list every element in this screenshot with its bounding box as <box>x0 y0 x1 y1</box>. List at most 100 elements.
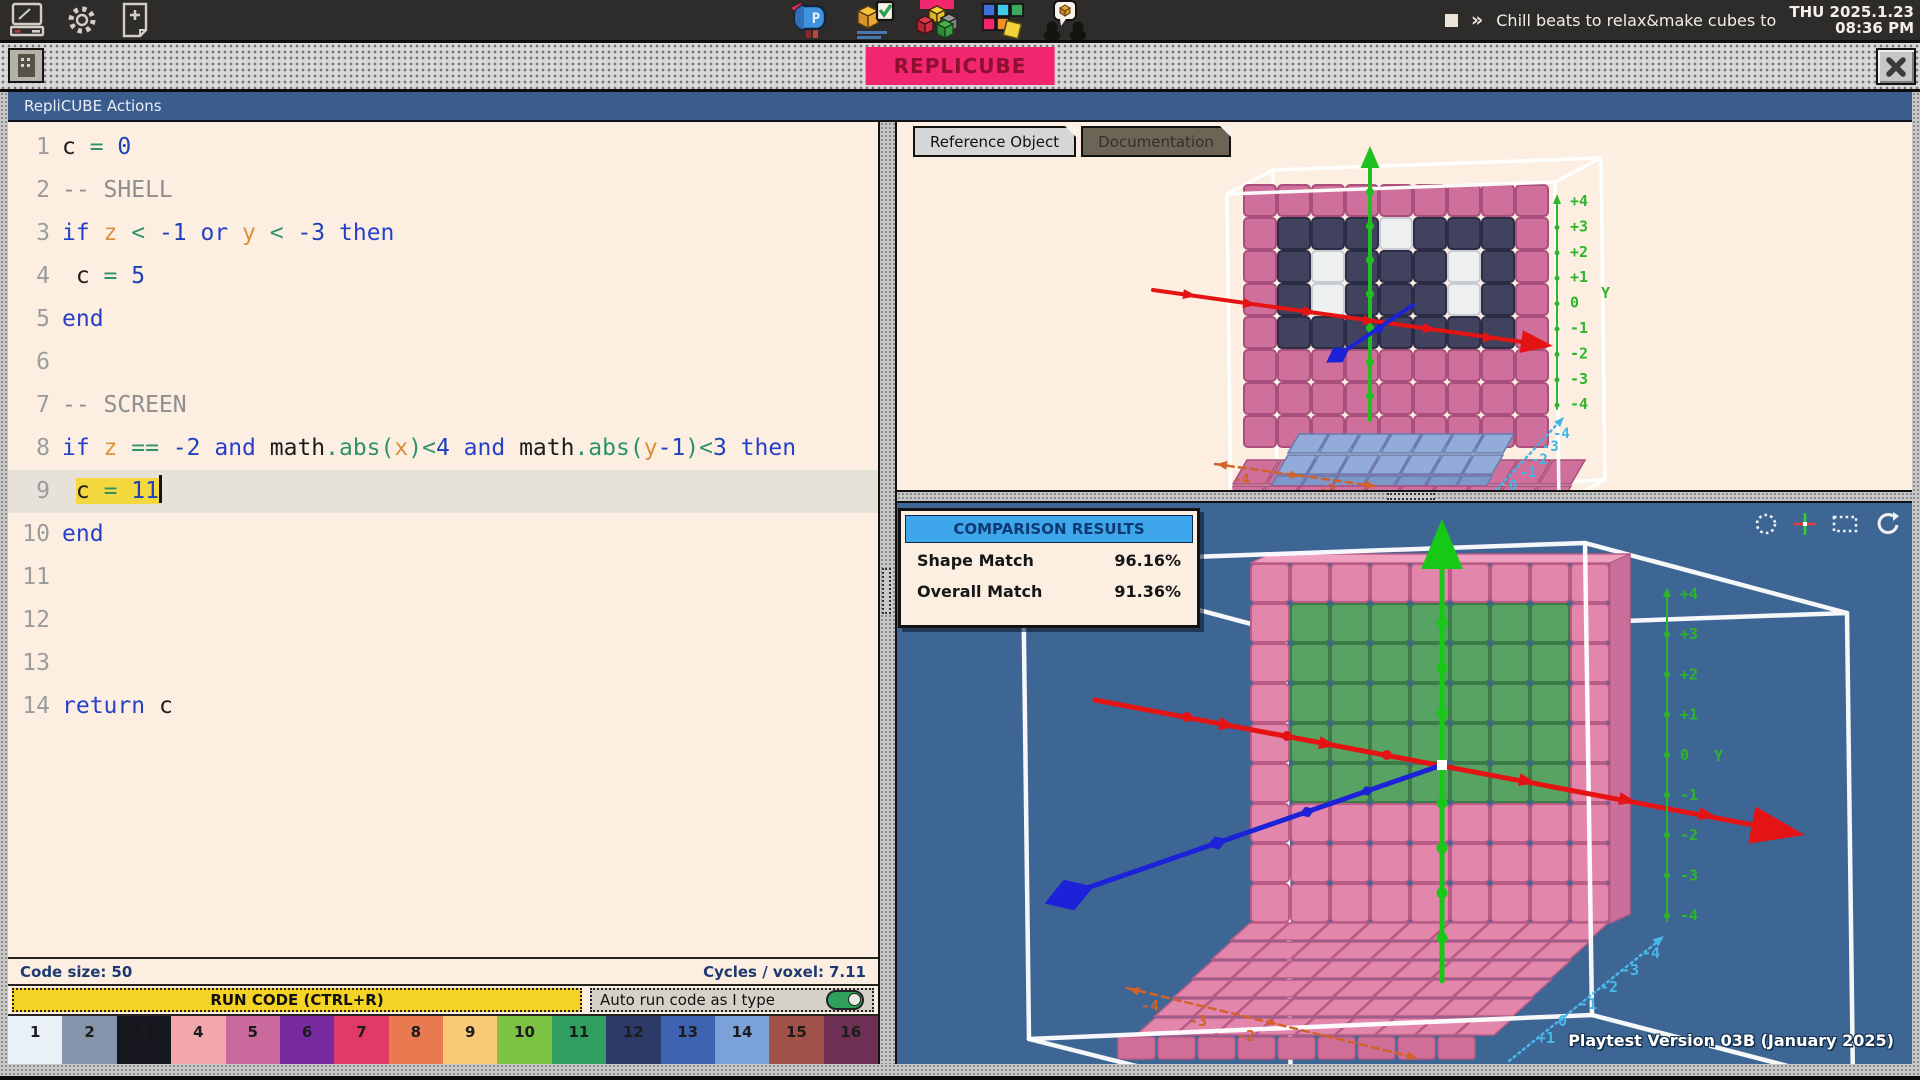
svg-text:-1: -1 <box>1570 319 1588 337</box>
comparison-results-title: COMPARISON RESULTS <box>905 515 1193 543</box>
app-header-title: RepliCUBE Actions <box>24 97 162 115</box>
svg-text:-3: -3 <box>1621 961 1639 979</box>
code-line-9[interactable]: 9 c = 11 <box>8 470 878 513</box>
palette-swatch-12[interactable]: 12 <box>606 1016 660 1064</box>
horizontal-splitter-handle[interactable] <box>1387 493 1435 500</box>
palette-swatch-4[interactable]: 4 <box>171 1016 225 1064</box>
overall-match-label: Overall Match <box>917 582 1042 601</box>
code-editor[interactable]: 1c = 02-- SHELL3if z < -1 or y < -3 then… <box>8 122 878 957</box>
settings-gear-icon[interactable] <box>62 1 102 39</box>
palette-swatch-6[interactable]: 6 <box>280 1016 334 1064</box>
svg-text:0: 0 <box>1558 1012 1567 1030</box>
orbit-icon[interactable] <box>1753 511 1779 537</box>
svg-text:-1: -1 <box>1579 995 1597 1013</box>
svg-text:-3: -3 <box>1189 1012 1207 1030</box>
svg-text:Y: Y <box>1601 284 1610 302</box>
code-line-1[interactable]: 1c = 0 <box>8 126 878 169</box>
mailbox-icon[interactable]: P <box>788 0 834 40</box>
code-line-8[interactable]: 8if z == -2 and math.abs(x)<4 and math.a… <box>8 427 878 470</box>
shape-match-value: 96.16% <box>1114 551 1181 570</box>
viewport-tools <box>1753 511 1900 537</box>
my-computer-icon[interactable] <box>10 1 46 39</box>
svg-text:+1: +1 <box>1537 1029 1555 1047</box>
code-line-11[interactable]: 11 <box>8 556 878 599</box>
svg-text:-3: -3 <box>1680 866 1698 884</box>
svg-text:+3: +3 <box>1680 625 1698 643</box>
window-glyph <box>18 54 35 77</box>
taskbar-status-area: » Chill beats to relax&make cubes to THU… <box>1445 0 1914 40</box>
palette-swatch-13[interactable]: 13 <box>661 1016 715 1064</box>
svg-text:P: P <box>812 11 820 27</box>
axes-toggle-icon[interactable] <box>1792 511 1818 537</box>
autorun-toggle[interactable] <box>826 990 864 1010</box>
code-line-5[interactable]: 5end <box>8 298 878 341</box>
shape-match-label: Shape Match <box>917 551 1034 570</box>
palette-swatch-9[interactable]: 9 <box>443 1016 497 1064</box>
code-line-3[interactable]: 3if z < -1 or y < -3 then <box>8 212 878 255</box>
svg-text:-4: -4 <box>1642 944 1660 962</box>
horizontal-splitter[interactable] <box>897 490 1912 503</box>
palette-swatch-14[interactable]: 14 <box>715 1016 769 1064</box>
code-line-10[interactable]: 10end <box>8 513 878 556</box>
svg-text:-4: -4 <box>1553 426 1570 442</box>
code-line-4[interactable]: 4 c = 5 <box>8 255 878 298</box>
community-chat-icon[interactable] <box>1042 0 1088 40</box>
clock: THU 2025.1.23 08:36 PM <box>1789 4 1914 36</box>
tab-reference-object[interactable]: Reference Object <box>913 126 1076 157</box>
code-line-7[interactable]: 7-- SCREEN <box>8 384 878 427</box>
palette-swatch-5[interactable]: 5 <box>226 1016 280 1064</box>
svg-text:-3: -3 <box>1319 482 1336 490</box>
window-menu-icon[interactable] <box>8 48 44 83</box>
editor-status-bar: Code size: 50 Cycles / voxel: 7.11 <box>8 957 878 984</box>
palette-swatch-10[interactable]: 10 <box>497 1016 551 1064</box>
svg-text:0: 0 <box>1570 294 1579 312</box>
vertical-splitter[interactable] <box>878 122 897 1064</box>
svg-text:+4: +4 <box>1680 585 1698 603</box>
bounds-toggle-icon[interactable] <box>1831 511 1859 537</box>
svg-text:+3: +3 <box>1570 217 1588 235</box>
window-titlebar[interactable]: REPLICUBE <box>0 40 1920 92</box>
code-line-12[interactable]: 12 <box>8 599 878 642</box>
reset-view-icon[interactable] <box>1872 511 1900 537</box>
palette-swatch-2[interactable]: 2 <box>62 1016 116 1064</box>
svg-text:-2: -2 <box>1237 1027 1255 1045</box>
autorun-toggle-knob <box>848 993 861 1006</box>
code-line-13[interactable]: 13 <box>8 642 878 685</box>
code-line-6[interactable]: 6 <box>8 341 878 384</box>
music-stop-icon[interactable] <box>1445 14 1458 27</box>
taskbar: P <box>0 0 1920 40</box>
tab-fold-icon <box>1065 126 1076 137</box>
vertical-splitter-handle[interactable] <box>882 568 891 614</box>
code-editor-panel: 1c = 02-- SHELL3if z < -1 or y < -3 then… <box>8 122 878 1064</box>
code-line-14[interactable]: 14return c <box>8 685 878 728</box>
svg-text:-4: -4 <box>1141 997 1159 1015</box>
task-checklist-icon[interactable] <box>850 0 896 40</box>
color-palette-icon[interactable] <box>978 0 1026 40</box>
tab-documentation[interactable]: Documentation <box>1081 126 1231 157</box>
autorun-box: Auto run code as I type <box>590 988 874 1012</box>
run-code-button[interactable]: RUN CODE (CTRL+R) <box>12 988 582 1012</box>
palette-swatch-3[interactable]: 3 <box>117 1016 171 1064</box>
svg-text:-2: -2 <box>1570 344 1588 362</box>
code-line-2[interactable]: 2-- SHELL <box>8 169 878 212</box>
replicube-app-icon[interactable] <box>912 0 962 40</box>
close-button[interactable] <box>1876 48 1916 85</box>
comparison-row: Overall Match 91.36% <box>901 576 1197 607</box>
reference-3d-viewport[interactable]: +4+3+2+10-1-2-3-4Y-4-30-1-2-3-4 <box>897 122 1912 490</box>
window-title: REPLICUBE <box>866 47 1055 85</box>
palette-swatch-1[interactable]: 1 <box>8 1016 62 1064</box>
palette-swatch-8[interactable]: 8 <box>389 1016 443 1064</box>
music-next-icon[interactable]: » <box>1471 0 1483 40</box>
new-file-icon[interactable] <box>118 1 152 39</box>
svg-text:-1: -1 <box>1680 786 1698 804</box>
comparison-row: Shape Match 96.16% <box>901 545 1197 576</box>
palette-swatch-7[interactable]: 7 <box>334 1016 388 1064</box>
svg-text:0: 0 <box>1680 746 1689 764</box>
now-playing-text: Chill beats to relax&make cubes to <box>1496 11 1776 30</box>
version-text: Playtest Version 03B (January 2025) <box>1568 1031 1894 1050</box>
palette-swatch-15[interactable]: 15 <box>769 1016 823 1064</box>
palette-swatch-16[interactable]: 16 <box>824 1016 878 1064</box>
reference-panel: +4+3+2+10-1-2-3-4Y-4-30-1-2-3-4 Referenc… <box>897 122 1912 490</box>
palette-swatch-11[interactable]: 11 <box>552 1016 606 1064</box>
overall-match-value: 91.36% <box>1114 582 1181 601</box>
